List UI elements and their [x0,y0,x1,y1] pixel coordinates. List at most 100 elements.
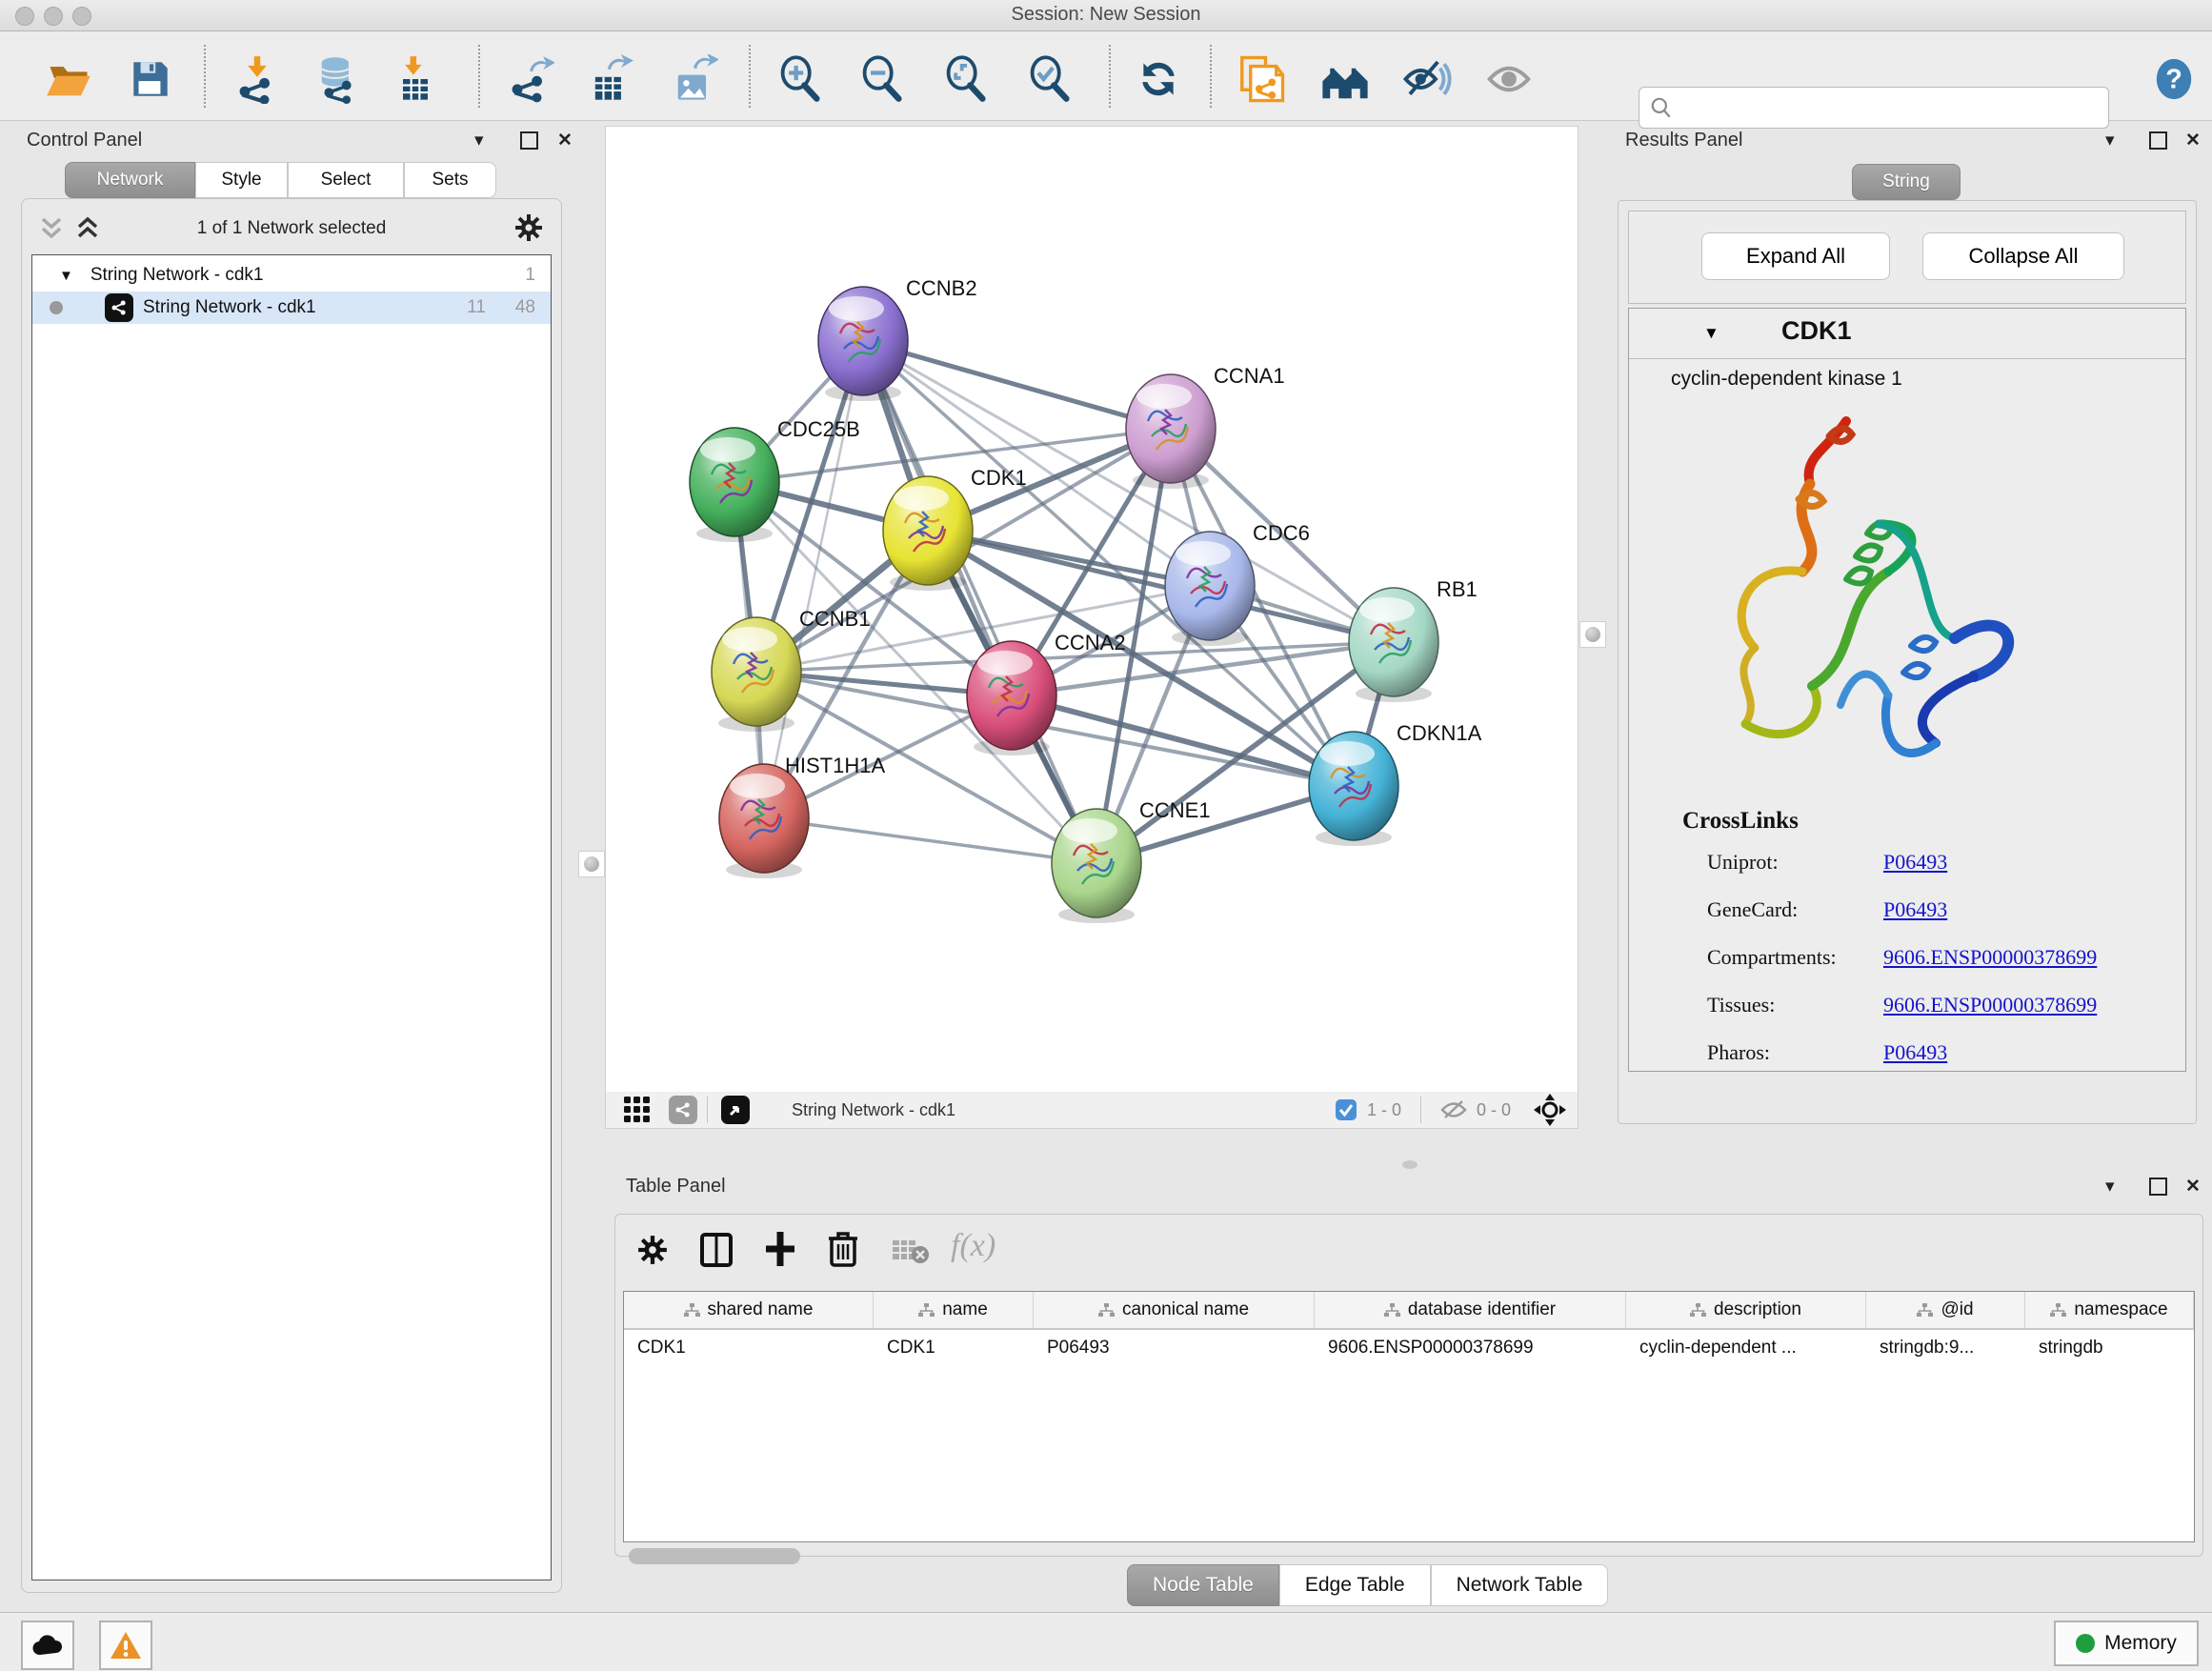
table-row[interactable]: CDK1CDK1P064939606.ENSP00000378699cyclin… [624,1330,2194,1368]
column-header[interactable]: namespace [2025,1292,2194,1330]
node-CCNB2[interactable]: CCNB2 [818,276,977,401]
zoom-in-button[interactable] [774,52,827,106]
network-collection-row[interactable]: ▼ String Network - cdk1 1 [32,259,551,292]
crosslink-link[interactable]: P06493 [1883,897,1947,922]
table-cell[interactable]: CDK1 [624,1330,874,1368]
column-header[interactable]: database identifier [1315,1292,1626,1330]
node-CCNE1[interactable]: CCNE1 [1052,798,1211,923]
table-cell[interactable]: P06493 [1034,1330,1315,1368]
result-node-name: CDK1 [1781,316,1852,346]
table-settings-gear-icon[interactable] [636,1234,669,1266]
tab-string[interactable]: String [1852,164,1961,200]
table-body: f(x) shared namenamecanonical namedataba… [614,1214,2203,1557]
search-input[interactable] [1674,97,2087,119]
panel-float-icon[interactable] [520,131,538,155]
node-CDK1[interactable]: CDK1 [883,466,1027,591]
crosslink-link[interactable]: 9606.ENSP00000378699 [1883,993,2097,1017]
panel-close-icon[interactable]: ✕ [557,130,573,151]
edge-CCNB2-CCNE1[interactable] [863,341,1096,863]
import-table-file-button[interactable] [389,52,442,106]
table-hscrollbar-thumb[interactable] [629,1548,800,1564]
column-header[interactable]: name [874,1292,1034,1330]
grid-view-icon[interactable] [623,1096,652,1124]
zoom-selected-button[interactable] [1023,52,1076,106]
create-column-icon[interactable] [762,1230,798,1268]
panel-menu-icon[interactable]: ▾ [474,130,484,151]
delete-column-trash-icon[interactable] [827,1230,859,1268]
network-selection-status: 1 of 1 Network selected [22,218,561,239]
node-CDKN1A[interactable]: CDKN1A [1309,721,1482,846]
zoom-out-button[interactable] [855,52,909,106]
import-network-file-button[interactable] [231,52,284,106]
first-neighbors-button[interactable] [1318,52,1372,106]
export-table-button[interactable] [583,52,636,106]
hide-selected-button[interactable] [1400,52,1454,106]
zoom-fit-icon [941,54,991,104]
network-row-selected[interactable]: String Network - cdk1 11 48 [32,292,551,324]
collapse-all-button[interactable]: Collapse All [1922,232,2124,280]
import-network-database-button[interactable] [311,52,364,106]
tab-network-table[interactable]: Network Table [1431,1564,1609,1606]
tab-sets[interactable]: Sets [404,162,496,198]
tab-edge-table[interactable]: Edge Table [1279,1564,1431,1606]
export-image-button[interactable] [667,52,720,106]
refresh-view-button[interactable] [1132,52,1185,106]
clone-network-button[interactable] [1235,52,1288,106]
panel-close-icon[interactable]: ✕ [2185,130,2201,151]
network-canvas[interactable]: CCNB2CCNA1CDC25BCDK1CDC6RB1CCNB1CCNA2CDK… [605,126,1579,1094]
expand-all-button[interactable]: Expand All [1701,232,1890,280]
crosslink-link[interactable]: P06493 [1883,850,1947,875]
cytoscape-window: Session: New Session [0,0,2212,1671]
gear-icon[interactable] [513,212,544,243]
table-cell[interactable]: 9606.ENSP00000378699 [1315,1330,1626,1368]
selected-checkbox-icon[interactable] [1335,1098,1357,1121]
tab-network[interactable]: Network [65,162,195,198]
horizontal-splitter-handle[interactable] [1402,1160,1418,1169]
birds-eye-view-icon[interactable] [721,1096,750,1124]
column-header[interactable]: description [1626,1292,1866,1330]
export-table-icon [585,54,634,104]
crosslink-link[interactable]: 9606.ENSP00000378699 [1883,945,2097,970]
node-result-card: ▼ CDK1 cyclin-dependent kinase 1 [1628,308,2186,1072]
edge-CCNB2-HIST1H1A[interactable] [764,341,863,818]
zoom-fit-button[interactable] [939,52,993,106]
collapse-entry-icon[interactable]: ▼ [1703,324,1719,343]
node-RB1[interactable]: RB1 [1349,577,1478,702]
node-HIST1H1A[interactable]: HIST1H1A [719,754,885,878]
cloud-button[interactable] [21,1621,74,1670]
tree-expand-icon[interactable]: ▼ [59,268,73,284]
save-session-button[interactable] [124,52,177,106]
network-row-label: String Network - cdk1 [143,297,316,318]
export-network-button[interactable] [503,52,556,106]
column-header[interactable]: @id [1866,1292,2025,1330]
panel-menu-icon[interactable]: ▾ [2105,130,2115,151]
tab-select[interactable]: Select [288,162,404,198]
panel-float-icon[interactable] [2149,131,2167,155]
node-CCNA1[interactable]: CCNA1 [1126,364,1285,489]
memory-button[interactable]: Memory [2054,1621,2199,1666]
pan-crosshair-icon[interactable] [1534,1094,1566,1126]
warnings-button[interactable] [99,1621,152,1670]
help-button[interactable]: ? [2147,52,2201,106]
column-header[interactable]: shared name [624,1292,874,1330]
table-cell[interactable]: stringdb:9... [1866,1330,2025,1368]
show-all-button[interactable] [1482,52,1536,106]
node-label-CCNE1: CCNE1 [1139,798,1211,822]
right-splitter-handle[interactable] [1579,621,1606,648]
edge-HIST1H1A-CCNE1[interactable] [764,818,1096,863]
left-splitter-handle[interactable] [578,851,605,877]
crosslink-link[interactable]: P06493 [1883,1040,1947,1065]
table-cell[interactable]: cyclin-dependent ... [1626,1330,1866,1368]
network-overview-icon[interactable] [669,1096,697,1124]
panel-menu-icon[interactable]: ▾ [2105,1176,2115,1198]
tab-node-table[interactable]: Node Table [1127,1564,1279,1606]
open-session-button[interactable] [42,52,95,106]
show-columns-icon[interactable] [699,1232,734,1268]
toolbar-separator [1109,45,1111,108]
table-cell[interactable]: stringdb [2025,1330,2194,1368]
panel-close-icon[interactable]: ✕ [2185,1176,2201,1198]
panel-float-icon[interactable] [2149,1178,2167,1201]
column-header[interactable]: canonical name [1034,1292,1315,1330]
table-cell[interactable]: CDK1 [874,1330,1034,1368]
tab-style[interactable]: Style [195,162,288,198]
